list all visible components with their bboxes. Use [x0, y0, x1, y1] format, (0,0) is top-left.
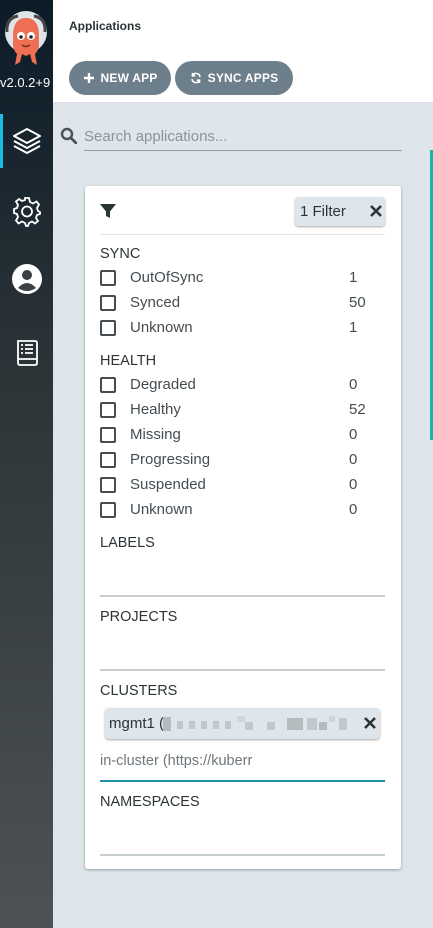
layers-icon [12, 128, 41, 154]
filter-label: OutOfSync [130, 269, 204, 286]
filter-health-progressing[interactable]: Progressing 0 [100, 451, 380, 473]
filter-label: Missing [130, 426, 181, 443]
health-section-title: HEALTH [100, 353, 157, 369]
checkbox[interactable] [100, 427, 116, 443]
plus-icon [83, 73, 94, 83]
checkbox[interactable] [100, 477, 116, 493]
divider [100, 234, 385, 235]
filter-sync-synced[interactable]: Synced 50 [100, 294, 380, 316]
search-input[interactable] [84, 122, 402, 151]
checkbox[interactable] [100, 402, 116, 418]
filter-count: 0 [349, 376, 358, 393]
page-title: Applications [69, 19, 142, 33]
checkbox[interactable] [100, 270, 116, 286]
filter-health-degraded[interactable]: Degraded 0 [100, 376, 380, 398]
filter-sync-unknown[interactable]: Unknown 1 [100, 319, 380, 341]
filters-panel: 1 Filter SYNC OutOfSync 1 Synced 50 Unkn… [85, 186, 401, 869]
filter-label: Unknown [130, 319, 193, 336]
filter-health-missing[interactable]: Missing 0 [100, 426, 380, 448]
sidebar: v2.0.2+9 [0, 0, 53, 928]
filter-count: 50 [349, 294, 366, 311]
filter-label: Degraded [130, 376, 196, 393]
checkbox[interactable] [100, 295, 116, 311]
filter-count: 1 [349, 319, 358, 336]
filter-count: 0 [349, 476, 358, 493]
top-bar: Applications [53, 0, 433, 53]
filter-count: 0 [349, 501, 358, 518]
filter-label: Healthy [130, 401, 181, 418]
argo-logo-icon[interactable] [2, 10, 50, 68]
gear-icon [12, 197, 41, 227]
close-icon[interactable] [363, 716, 377, 730]
clusters-section-title: CLUSTERS [100, 683, 178, 699]
user-icon [11, 264, 42, 294]
search-icon [60, 127, 77, 144]
sync-section-title: SYNC [100, 246, 141, 262]
filter-icon [100, 204, 116, 218]
filter-count-chip[interactable]: 1 Filter [295, 197, 385, 226]
sync-icon [190, 72, 201, 84]
toolbar: NEW APP SYNC APPS [53, 52, 433, 103]
filter-label: Synced [130, 294, 181, 311]
filter-count: 0 [349, 451, 358, 468]
version-label: v2.0.2+9 [0, 75, 51, 90]
cluster-tag-chip[interactable]: mgmt1 ( [105, 708, 380, 739]
namespaces-input[interactable] [100, 854, 385, 856]
filter-health-healthy[interactable]: Healthy 52 [100, 401, 380, 423]
checkbox[interactable] [100, 320, 116, 336]
checkbox[interactable] [100, 502, 116, 518]
labels-input[interactable] [100, 595, 385, 597]
filter-count: 0 [349, 426, 358, 443]
filter-sync-outofsync[interactable]: OutOfSync 1 [100, 269, 380, 291]
filter-health-suspended[interactable]: Suspended 0 [100, 476, 380, 498]
new-app-label: NEW APP [100, 71, 158, 85]
projects-section-title: PROJECTS [100, 609, 178, 625]
clusters-input[interactable] [100, 750, 385, 772]
cluster-tag-label: mgmt1 ( [109, 715, 165, 732]
filter-label: Unknown [130, 501, 193, 518]
projects-input[interactable] [100, 669, 385, 671]
clusters-input-underline [100, 780, 385, 782]
filter-count: 52 [349, 401, 366, 418]
checkbox[interactable] [100, 452, 116, 468]
filter-health-unknown[interactable]: Unknown 0 [100, 501, 380, 523]
new-app-button[interactable]: NEW APP [69, 61, 171, 95]
filter-count: 1 [349, 269, 358, 286]
sidebar-item-applications[interactable] [0, 114, 53, 168]
close-icon[interactable] [369, 204, 383, 218]
redacted-url [163, 716, 347, 731]
checkbox[interactable] [100, 377, 116, 393]
sidebar-item-settings[interactable] [0, 184, 53, 238]
book-icon [16, 340, 38, 366]
sync-apps-label: SYNC APPS [207, 71, 279, 85]
filter-count-label: 1 Filter [300, 203, 346, 220]
sidebar-item-user-info[interactable] [0, 252, 53, 306]
filter-label: Suspended [130, 476, 206, 493]
namespaces-section-title: NAMESPACES [100, 794, 200, 810]
labels-section-title: LABELS [100, 535, 155, 551]
sidebar-item-documentation[interactable] [0, 326, 53, 380]
sync-apps-button[interactable]: SYNC APPS [175, 61, 293, 95]
filter-label: Progressing [130, 451, 211, 468]
